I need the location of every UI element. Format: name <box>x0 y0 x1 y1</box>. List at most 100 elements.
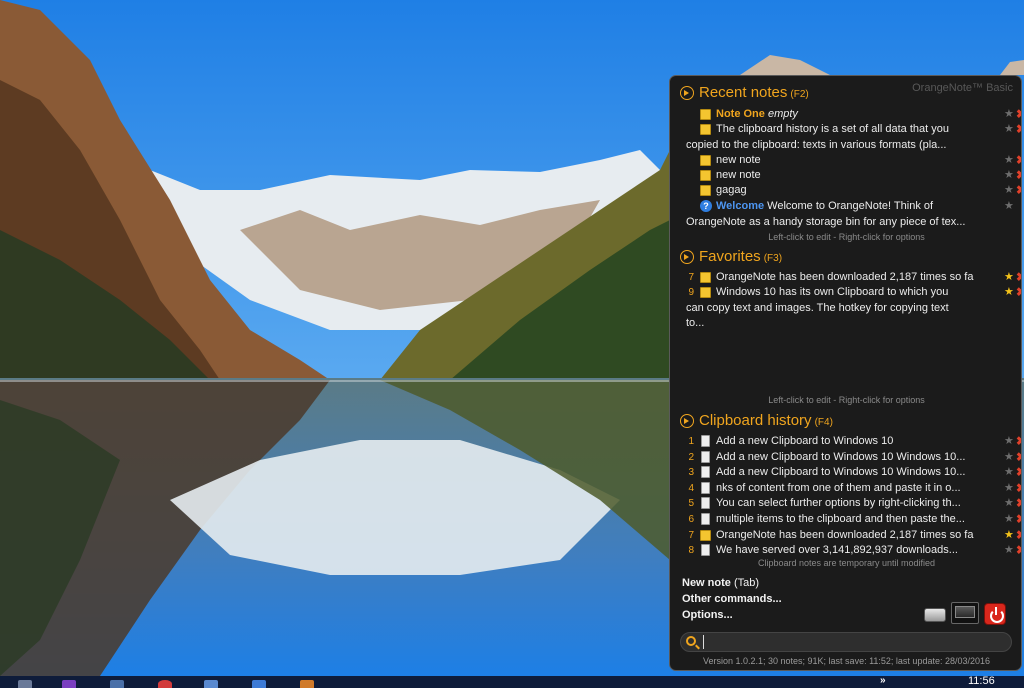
clipboard-icon <box>701 544 710 557</box>
star-icon[interactable]: ★ <box>1004 496 1014 510</box>
taskbar-app-icon[interactable] <box>252 680 266 688</box>
keyboard-button[interactable] <box>924 608 946 622</box>
hint-text: Clipboard notes are temporary until modi… <box>757 558 936 568</box>
delete-icon[interactable]: ✖ <box>1016 496 1021 510</box>
item-number: 6 <box>688 514 694 525</box>
star-icon[interactable]: ★ <box>1004 168 1014 182</box>
clip-text: You can select further options by right-… <box>716 497 961 510</box>
clipboard-icon <box>701 513 710 525</box>
item-number: 8 <box>688 545 694 557</box>
clipboard-item[interactable]: 1 Add a new Clipboard to Windows 10 ★✖ <box>684 434 1021 449</box>
item-number: 7 <box>688 272 694 283</box>
note-text: The clipboard history is a set of all da… <box>686 123 949 151</box>
note-text: empty <box>767 108 798 120</box>
status-bar: Version 1.0.2.1; 30 notes; 91K; last sav… <box>702 656 991 666</box>
hotkey-label: (F3) <box>763 253 783 264</box>
note-title: Note One <box>716 108 765 120</box>
item-number: 7 <box>688 529 694 541</box>
taskbar-app-icon[interactable] <box>300 680 314 688</box>
clipboard-item[interactable]: 4 nks of content from one of them and pas… <box>684 481 1021 496</box>
note-item[interactable]: new note ★ ✖ <box>684 168 1021 183</box>
delete-icon[interactable]: ✖ <box>1016 543 1021 557</box>
star-icon[interactable]: ★ <box>1004 270 1014 284</box>
favorite-item[interactable]: 9 Windows 10 has its own Clipboard to wh… <box>684 285 1021 329</box>
star-icon[interactable]: ★ <box>1004 183 1014 197</box>
star-icon[interactable]: ★ <box>1004 450 1014 464</box>
star-icon[interactable]: ★ <box>1004 528 1014 542</box>
screen-capture-button[interactable] <box>951 602 979 624</box>
new-note-command[interactable]: New note (Tab) <box>682 577 759 589</box>
delete-icon[interactable]: ✖ <box>1016 183 1021 197</box>
delete-icon[interactable]: ✖ <box>1016 512 1021 526</box>
star-icon[interactable]: ★ <box>1004 107 1014 121</box>
clipboard-item[interactable]: 2 Add a new Clipboard to Windows 10 Windo… <box>684 450 1021 465</box>
taskbar-app-icon[interactable] <box>204 680 218 688</box>
note-text: gagag <box>716 184 747 196</box>
delete-icon[interactable]: ✖ <box>1016 168 1021 182</box>
delete-icon[interactable]: ✖ <box>1016 465 1021 479</box>
clipboard-item[interactable]: 3 Add a new Clipboard to Windows 10 Windo… <box>684 465 1021 480</box>
star-icon[interactable]: ★ <box>1004 153 1014 167</box>
note-item[interactable]: new note ★ ✖ <box>684 153 1021 168</box>
delete-icon[interactable]: ✖ <box>1016 434 1021 448</box>
delete-icon[interactable]: ✖ <box>1016 153 1021 167</box>
delete-icon[interactable]: ✖ <box>1016 107 1021 121</box>
delete-icon[interactable]: ✖ <box>1016 528 1021 542</box>
item-number: 3 <box>688 467 694 479</box>
show-hidden-icons-button[interactable]: » <box>880 676 886 686</box>
other-commands-command[interactable]: Other commands... <box>682 593 782 605</box>
hint-text: Left-click to edit - Right-click for opt… <box>768 232 925 242</box>
clipboard-icon <box>701 481 710 494</box>
note-item[interactable]: ? Welcome Welcome to OrangeNote! Think o… <box>684 199 1014 230</box>
note-item[interactable]: Note One empty ★ ✖ <box>684 107 1021 122</box>
item-number: 5 <box>688 498 694 510</box>
star-icon[interactable]: ★ <box>1004 481 1014 495</box>
taskbar-app-icon[interactable] <box>18 680 32 688</box>
section-title: Favorites <box>699 248 761 265</box>
recent-notes-header[interactable]: Recent notes (F2) <box>680 84 809 101</box>
taskbar-clock[interactable]: 11:56 <box>968 676 995 687</box>
taskbar-app-icon[interactable] <box>158 680 172 688</box>
delete-icon[interactable]: ✖ <box>1016 285 1021 299</box>
note-item[interactable]: gagag ★ ✖ <box>684 183 1021 198</box>
favorites-header[interactable]: Favorites (F3) <box>680 248 782 265</box>
clipboard-item[interactable]: 7 OrangeNote has been downloaded 2,187 ti… <box>684 528 1021 543</box>
exit-button[interactable] <box>984 603 1006 625</box>
note-icon <box>700 529 711 541</box>
item-number: 1 <box>688 436 694 447</box>
expand-arrow-icon <box>680 249 694 264</box>
delete-icon[interactable]: ✖ <box>1016 122 1021 136</box>
delete-icon[interactable]: ✖ <box>1016 481 1021 495</box>
star-icon[interactable]: ★ <box>1004 285 1014 299</box>
clip-text: nks of content from one of them and past… <box>716 481 961 494</box>
star-icon[interactable]: ★ <box>1004 543 1014 557</box>
section-title: Clipboard history <box>699 412 812 429</box>
search-box[interactable] <box>680 632 1012 652</box>
clip-text: Add a new Clipboard to Windows 10 Window… <box>716 450 966 463</box>
search-input[interactable] <box>703 635 1003 649</box>
delete-icon[interactable]: ✖ <box>1016 450 1021 464</box>
note-text: new note <box>716 169 761 181</box>
note-text: new note <box>716 154 761 166</box>
star-icon[interactable]: ★ <box>1004 434 1014 448</box>
clipboard-item[interactable]: 8 We have served over 3,141,892,937 downl… <box>684 543 1021 558</box>
options-command[interactable]: Options... <box>682 609 733 621</box>
expand-arrow-icon <box>680 85 694 100</box>
expand-arrow-icon <box>680 413 694 428</box>
note-text: OrangeNote has been downloaded 2,187 tim… <box>716 271 974 283</box>
star-icon[interactable]: ★ <box>1004 465 1014 479</box>
star-icon[interactable]: ★ <box>1004 199 1014 213</box>
note-icon <box>700 185 711 196</box>
delete-icon[interactable]: ✖ <box>1016 270 1021 284</box>
hint-text: Left-click to edit - Right-click for opt… <box>768 395 925 405</box>
star-icon[interactable]: ★ <box>1004 122 1014 136</box>
taskbar-app-icon[interactable] <box>110 680 124 688</box>
clipboard-item[interactable]: 6 multiple items to the clipboard and the… <box>684 512 1021 527</box>
note-item[interactable]: The clipboard history is a set of all da… <box>684 122 1021 153</box>
star-icon[interactable]: ★ <box>1004 512 1014 526</box>
favorite-item[interactable]: 7 OrangeNote has been downloaded 2,187 t… <box>684 270 1021 285</box>
clipboard-history-header[interactable]: Clipboard history (F4) <box>680 412 833 429</box>
orangenote-panel: OrangeNote™ Basic Recent notes (F2) Note… <box>669 75 1022 671</box>
taskbar-app-icon[interactable] <box>62 680 76 688</box>
clipboard-item[interactable]: 5 You can select further options by right… <box>684 496 1021 511</box>
